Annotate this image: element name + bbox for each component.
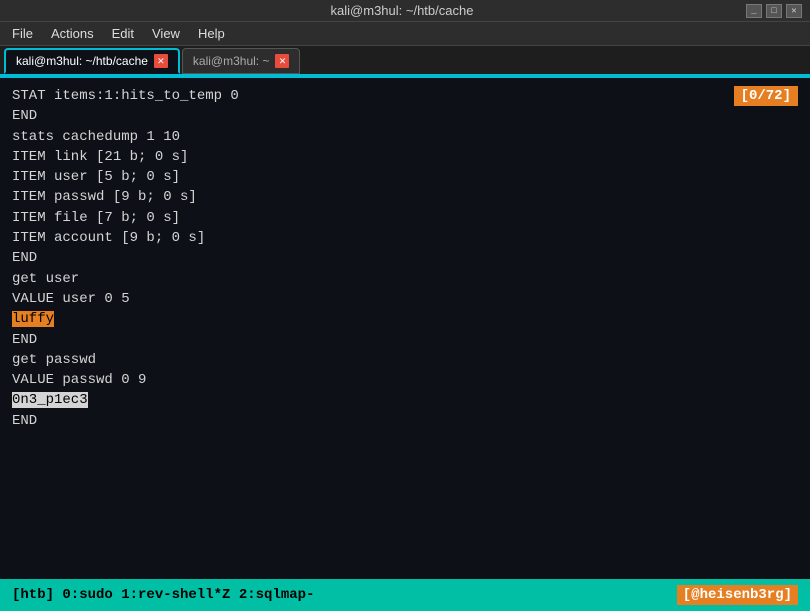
status-left: [htb] 0:sudo 1:rev-shell*Z 2:sqlmap- (12, 587, 314, 603)
maximize-button[interactable]: □ (766, 4, 782, 18)
close-button[interactable]: ✕ (786, 4, 802, 18)
menu-edit[interactable]: Edit (104, 24, 142, 43)
tab-cache-label: kali@m3hul: ~/htb/cache (16, 54, 148, 68)
status-bar: [htb] 0:sudo 1:rev-shell*Z 2:sqlmap- [@h… (0, 579, 810, 611)
menu-bar: File Actions Edit View Help (0, 22, 810, 46)
tab-home-label: kali@m3hul: ~ (193, 54, 270, 68)
status-right: [@heisenb3rg] (677, 585, 798, 605)
tab-home-close[interactable]: ✕ (275, 54, 289, 68)
highlighted-value-orange: luffy (12, 311, 54, 327)
tab-cache-close[interactable]: ✕ (154, 54, 168, 68)
minimize-button[interactable]: _ (746, 4, 762, 18)
title-bar: kali@m3hul: ~/htb/cache _ □ ✕ (0, 0, 810, 22)
tab-bar: kali@m3hul: ~/htb/cache ✕ kali@m3hul: ~ … (0, 46, 810, 76)
menu-help[interactable]: Help (190, 24, 233, 43)
window-title: kali@m3hul: ~/htb/cache (58, 3, 746, 18)
menu-view[interactable]: View (144, 24, 188, 43)
menu-actions[interactable]: Actions (43, 24, 102, 43)
terminal-area: [0/72] STAT items:1:hits_to_temp 0 END s… (0, 76, 810, 579)
tab-home[interactable]: kali@m3hul: ~ ✕ (182, 48, 301, 74)
terminal-output: STAT items:1:hits_to_temp 0 END stats ca… (12, 86, 798, 431)
menu-file[interactable]: File (4, 24, 41, 43)
tab-cache[interactable]: kali@m3hul: ~/htb/cache ✕ (4, 48, 180, 74)
window-controls: _ □ ✕ (746, 4, 802, 18)
line-counter: [0/72] (734, 86, 798, 106)
highlighted-value-white: 0n3_p1ec3 (12, 392, 88, 408)
